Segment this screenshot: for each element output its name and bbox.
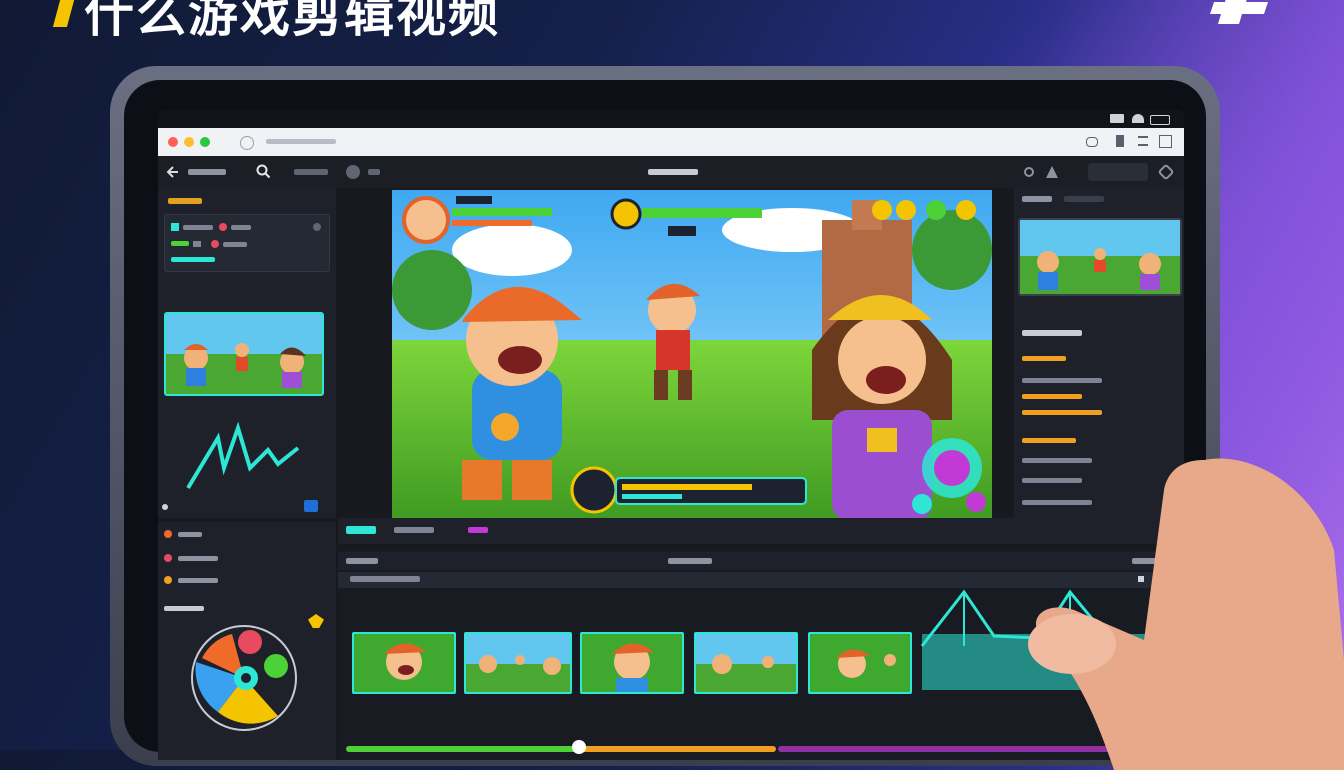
timeline-title: [346, 558, 378, 564]
properties-title: [1022, 196, 1052, 202]
timeline-clip[interactable]: [808, 632, 912, 694]
toolbar-menu[interactable]: [294, 169, 328, 175]
fade-label: [1022, 410, 1102, 415]
headline: 什么游戏剪辑视频: [52, 0, 500, 46]
signal-icon: [1110, 114, 1124, 123]
track-value: [223, 242, 247, 247]
preview-thumbnail-image: [1020, 220, 1180, 294]
play-icon[interactable]: [346, 526, 376, 534]
battery-icon: [1150, 115, 1170, 125]
transition-icon: [164, 554, 172, 562]
arrow-left-icon[interactable]: [166, 165, 180, 179]
effects-panel: [158, 522, 336, 760]
tab-icon[interactable]: [1086, 137, 1098, 147]
mute-icon[interactable]: [211, 240, 219, 248]
effect-value: [231, 225, 251, 230]
volume-label: [1022, 394, 1082, 399]
timeline-clip[interactable]: [352, 632, 456, 694]
transition-label[interactable]: [178, 556, 218, 561]
playback-progress-bar[interactable]: [346, 746, 776, 752]
color-wheel-title: [164, 606, 204, 611]
maximize-window-button[interactable]: [200, 137, 210, 147]
settings-icon[interactable]: [313, 223, 321, 231]
left-media-panel: [158, 188, 336, 518]
timeline-clip[interactable]: [580, 632, 684, 694]
reload-icon[interactable]: [240, 136, 254, 150]
star-icon[interactable]: [308, 614, 324, 628]
user-hand: [1028, 458, 1344, 770]
app-toolbar: [158, 156, 1184, 188]
status-bar: [158, 110, 1184, 128]
media-section-title: [168, 198, 202, 204]
menu-icon[interactable]: [1138, 136, 1148, 146]
playhead-handle[interactable]: [572, 740, 586, 754]
media-thumbnail[interactable]: [164, 312, 324, 396]
wifi-icon: [1132, 114, 1144, 123]
project-menu[interactable]: [188, 169, 226, 175]
address-bar[interactable]: [266, 139, 336, 144]
avatar[interactable]: [346, 165, 360, 179]
timeline-sequence-name: [668, 558, 712, 564]
lock-icon[interactable]: [162, 504, 168, 510]
export-button[interactable]: [1088, 163, 1148, 181]
minimize-window-button[interactable]: [184, 137, 194, 147]
undo-icon[interactable]: [1024, 167, 1034, 177]
add-media-button[interactable]: [304, 500, 318, 512]
close-window-button[interactable]: [168, 137, 178, 147]
effects-card[interactable]: [164, 214, 330, 272]
properties-tab[interactable]: [1064, 196, 1104, 202]
headline-title: 什么游戏剪辑视频: [84, 0, 500, 43]
timeline-clip[interactable]: [464, 632, 572, 694]
track-label: [171, 241, 189, 246]
marker-label: [468, 527, 488, 533]
fullscreen-icon[interactable]: [1159, 135, 1172, 148]
color-wheel[interactable]: [188, 622, 300, 734]
preview-thumbnail[interactable]: [1018, 218, 1182, 296]
plus-logo-icon: [1210, 0, 1268, 24]
timeline-clip-image: [354, 634, 454, 692]
ruler-label: [350, 576, 420, 582]
timeline-clip-image: [582, 634, 682, 692]
browser-toolbar: [158, 128, 1184, 156]
share-icon[interactable]: [1116, 135, 1124, 147]
project-title: [648, 169, 698, 175]
effects-title: [178, 532, 202, 537]
search-icon[interactable]: [256, 164, 271, 179]
timeline-clip[interactable]: [694, 632, 798, 694]
record-icon: [219, 223, 227, 231]
timeline-clip-image: [696, 634, 796, 692]
effect-icon: [171, 223, 179, 231]
duration-label: [1022, 378, 1102, 383]
sticker-label[interactable]: [178, 578, 218, 583]
edit-icon[interactable]: [1157, 163, 1175, 181]
timeline-clip-image: [466, 634, 570, 692]
level-meter: [171, 257, 215, 262]
account-label: [368, 169, 380, 175]
timeline-clip-image: [810, 634, 910, 692]
audio-waveform: [186, 421, 300, 490]
sticker-icon: [164, 576, 172, 584]
speed-label: [1022, 356, 1066, 361]
effect-label: [183, 225, 213, 230]
media-thumbnail-image: [166, 314, 322, 394]
track-icon: [193, 241, 201, 247]
clip-info-title: [1022, 330, 1082, 336]
video-preview[interactable]: [392, 190, 992, 520]
effects-icon: [164, 530, 172, 538]
timecode: [394, 527, 434, 533]
upload-icon[interactable]: [1046, 166, 1058, 178]
